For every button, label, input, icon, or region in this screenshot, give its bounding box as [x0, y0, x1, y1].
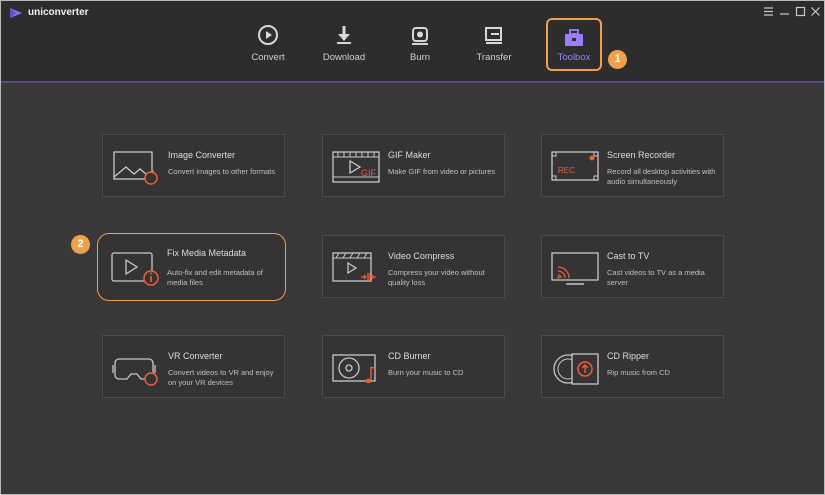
nav-toolbox[interactable]: Toolbox — [546, 18, 602, 71]
tool-description: Burn your music to CD — [388, 368, 464, 377]
vr-converter-icon — [112, 358, 158, 386]
tool-title: CD Ripper — [607, 351, 650, 361]
tool-card-gif-maker[interactable]: GIF GIF Maker Make GIF from video or pic… — [322, 134, 505, 197]
close-icon[interactable] — [809, 5, 822, 18]
menu-icon[interactable] — [762, 5, 775, 18]
video-compress-icon — [332, 252, 376, 282]
tool-description: Auto-fix and edit metadata of media file… — [167, 268, 263, 287]
convert-icon — [258, 25, 278, 45]
tool-title: GIF Maker — [388, 150, 431, 160]
callout-badge: 2 — [71, 235, 90, 254]
tool-card-cast-to-tv[interactable]: Cast to TV Cast videos to TV as a media … — [541, 235, 724, 298]
rec-badge: REC — [558, 166, 575, 175]
tool-description: Convert images to other formats — [168, 167, 276, 176]
tool-description: Make GIF from video or pictures — [388, 167, 496, 176]
tool-card-screen-recorder[interactable]: REC Screen Recorder Record all desktop a… — [541, 134, 724, 197]
maximize-icon[interactable] — [794, 5, 807, 18]
tool-title: Fix Media Metadata — [167, 248, 247, 258]
nav-label: Toolbox — [557, 52, 591, 63]
gif-maker-icon: GIF — [332, 151, 380, 183]
tool-title: Video Compress — [388, 251, 455, 261]
tool-card-image-converter[interactable]: Image Converter Convert images to other … — [102, 134, 285, 197]
app-window: uniconverter Convert Download Burn Trans… — [0, 0, 825, 495]
tool-title: CD Burner — [388, 351, 431, 361]
tool-description: Convert videos to VR and enjoy on your V… — [168, 368, 274, 387]
cast-tv-icon — [551, 252, 599, 285]
minimize-icon[interactable] — [778, 5, 791, 18]
tool-title: Screen Recorder — [607, 150, 676, 160]
tool-description: Record all desktop activities with audio… — [607, 167, 716, 186]
tool-card-fix-media-metadata[interactable]: Fix Media Metadata Auto-fix and edit met… — [97, 233, 286, 301]
nav-burn[interactable]: Burn — [385, 19, 455, 71]
tool-card-video-compress[interactable]: Video Compress Compress your video witho… — [322, 235, 505, 298]
burn-icon — [412, 27, 428, 45]
tool-card-cd-ripper[interactable]: CD Ripper Rip music from CD — [541, 335, 724, 398]
transfer-icon — [485, 27, 502, 44]
nav-label: Convert — [251, 52, 285, 63]
toolbox-icon — [565, 29, 583, 46]
app-name: uniconverter — [28, 7, 89, 18]
nav-transfer[interactable]: Transfer — [459, 19, 529, 71]
tool-title: Cast to TV — [607, 251, 650, 261]
fix-metadata-icon — [111, 252, 159, 286]
image-converter-icon — [113, 151, 158, 185]
tool-description: Compress your video without quality loss — [388, 268, 485, 287]
nav-download[interactable]: Download — [309, 19, 379, 71]
download-icon — [337, 26, 351, 44]
tool-card-cd-burner[interactable]: CD Burner Burn your music to CD — [322, 335, 505, 398]
title-bar: uniconverter Convert Download Burn Trans… — [1, 1, 824, 83]
callout-badge: 1 — [608, 50, 627, 69]
screen-recorder-icon: REC — [551, 151, 599, 181]
tool-description: Cast videos to TV as a media server — [607, 268, 705, 287]
gif-badge: GIF — [361, 168, 377, 178]
nav-label: Transfer — [476, 52, 512, 63]
nav-label: Download — [322, 52, 366, 63]
tool-description: Rip music from CD — [607, 368, 670, 377]
cd-ripper-icon — [553, 353, 599, 385]
tool-title: VR Converter — [168, 351, 223, 361]
nav-label: Burn — [409, 52, 431, 63]
cd-burner-icon — [332, 354, 377, 384]
tool-title: Image Converter — [168, 150, 236, 160]
nav-convert[interactable]: Convert — [233, 19, 303, 71]
tool-card-vr-converter[interactable]: VR Converter Convert videos to VR and en… — [102, 335, 285, 398]
app-logo-icon — [10, 8, 22, 18]
